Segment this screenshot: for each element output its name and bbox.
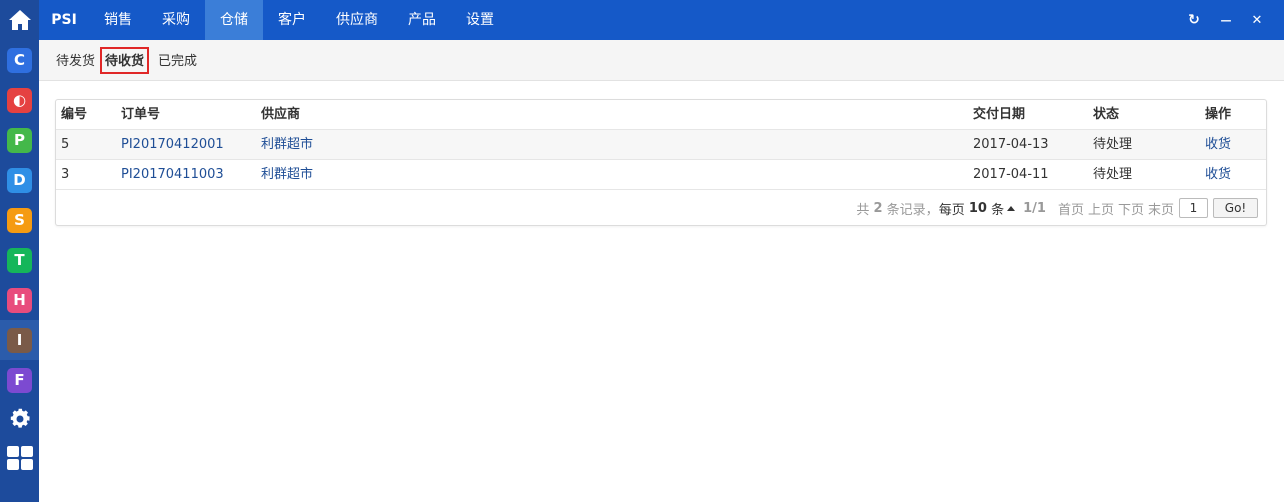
close-button[interactable]: ✕: [1246, 0, 1268, 40]
order-link[interactable]: PI20170411003: [121, 160, 224, 190]
minimize-button[interactable]: —: [1215, 0, 1237, 40]
page-number-input[interactable]: [1179, 198, 1208, 218]
p-app-icon: P: [7, 127, 32, 153]
col-header-order: 订单号: [121, 107, 161, 122]
table-header: 编号 订单号 供应商 交付日期 状态 操作: [56, 100, 1266, 130]
cell-status: 待处理: [1093, 137, 1133, 152]
nav-item-suppliers[interactable]: 供应商: [321, 0, 393, 40]
col-header-id: 编号: [61, 107, 88, 122]
minimize-icon: —: [1220, 13, 1232, 27]
pagination: 共 2 条记录， 每页 10 条 1/1 首页 上页 下页 末页 Go!: [856, 198, 1258, 218]
receive-link[interactable]: 收货: [1205, 160, 1231, 190]
pager-per-page-value[interactable]: 10: [969, 201, 987, 216]
pager-last[interactable]: 末页: [1148, 199, 1174, 218]
half-circle-app-icon: ◐: [7, 87, 32, 113]
sidebar-app-7[interactable]: H: [0, 280, 39, 320]
nav-item-warehouse[interactable]: 仓储: [205, 0, 263, 40]
tab-pending-receipt[interactable]: 待收货: [100, 47, 150, 74]
sidebar-app-1[interactable]: C: [0, 40, 39, 80]
sidebar-app-8[interactable]: I: [0, 320, 39, 360]
pager-total-suffix: 条记录，: [886, 202, 939, 218]
tab-pending-shipment[interactable]: 待发货: [51, 47, 100, 74]
pager-per-page-suffix: 条: [991, 202, 1005, 218]
nav-item-sales[interactable]: 销售: [89, 0, 147, 40]
cell-status: 待处理: [1093, 167, 1133, 182]
t-app-icon: T: [7, 247, 32, 273]
col-header-supplier: 供应商: [261, 107, 301, 122]
sidebar-app-4[interactable]: D: [0, 160, 39, 200]
home-icon: [8, 10, 31, 30]
sidebar-app-9[interactable]: F: [0, 360, 39, 400]
f-app-icon: F: [7, 367, 32, 393]
nav-item-customers[interactable]: 客户: [263, 0, 321, 40]
pager-prev[interactable]: 上页: [1088, 199, 1114, 218]
close-icon: ✕: [1251, 12, 1263, 28]
table-row: 3 PI20170411003 利群超市 2017-04-11 待处理 收货: [56, 160, 1266, 190]
pager-total-prefix: 共: [856, 202, 870, 218]
home-button[interactable]: [0, 0, 39, 40]
sub-tabbar: 待发货 待收货 已完成: [39, 40, 1284, 81]
pager-per-page-prefix: 每页: [938, 202, 965, 218]
order-link[interactable]: PI20170412001: [121, 130, 224, 160]
refresh-button[interactable]: ↻: [1183, 0, 1205, 40]
tab-completed[interactable]: 已完成: [153, 47, 202, 74]
s-app-icon: S: [7, 207, 32, 233]
supplier-link[interactable]: 利群超市: [261, 130, 313, 160]
pager-total-count: 2: [873, 200, 883, 216]
brand-link[interactable]: PSI: [39, 0, 89, 40]
pager-first[interactable]: 首页: [1058, 199, 1084, 218]
nav-item-purchase[interactable]: 采购: [147, 0, 205, 40]
refresh-icon: ↻: [1188, 12, 1200, 28]
sidebar-app-2[interactable]: ◐: [0, 80, 39, 120]
nav-item-settings[interactable]: 设置: [451, 0, 509, 40]
sidebar-app-6[interactable]: T: [0, 240, 39, 280]
settings-button[interactable]: [0, 399, 39, 439]
app-sidebar: C ◐ P D S T H I F: [0, 0, 39, 502]
orders-panel: 编号 订单号 供应商 交付日期 状态 操作 5 PI20170412001 利群…: [55, 99, 1267, 226]
go-button[interactable]: Go!: [1213, 198, 1258, 218]
cell-date: 2017-04-13: [973, 137, 1049, 152]
col-header-action: 操作: [1205, 107, 1232, 122]
pager-next[interactable]: 下页: [1118, 199, 1144, 218]
pager-page-info: 1/1: [1023, 200, 1046, 216]
col-header-date: 交付日期: [973, 107, 1026, 122]
top-navbar: PSI 销售 采购 仓储 客户 供应商 产品 设置 ↻ — ✕: [39, 0, 1284, 40]
cell-date: 2017-04-11: [973, 167, 1049, 182]
cell-id: 5: [61, 137, 70, 152]
sidebar-app-3[interactable]: P: [0, 120, 39, 160]
gear-icon: [10, 408, 30, 428]
nav-item-products[interactable]: 产品: [393, 0, 451, 40]
h-app-icon: H: [7, 287, 32, 313]
table-row: 5 PI20170412001 利群超市 2017-04-13 待处理 收货: [56, 130, 1266, 160]
cell-id: 3: [61, 167, 70, 182]
i-app-icon: I: [7, 327, 32, 353]
supplier-link[interactable]: 利群超市: [261, 160, 313, 190]
apps-grid-icon: [6, 446, 33, 470]
apps-grid-button[interactable]: [0, 438, 39, 478]
receive-link[interactable]: 收货: [1205, 130, 1231, 160]
sidebar-app-5[interactable]: S: [0, 200, 39, 240]
col-header-status: 状态: [1093, 107, 1120, 122]
caret-up-icon[interactable]: [1007, 205, 1016, 211]
c-app-icon: C: [7, 47, 32, 73]
d-app-icon: D: [7, 167, 32, 193]
